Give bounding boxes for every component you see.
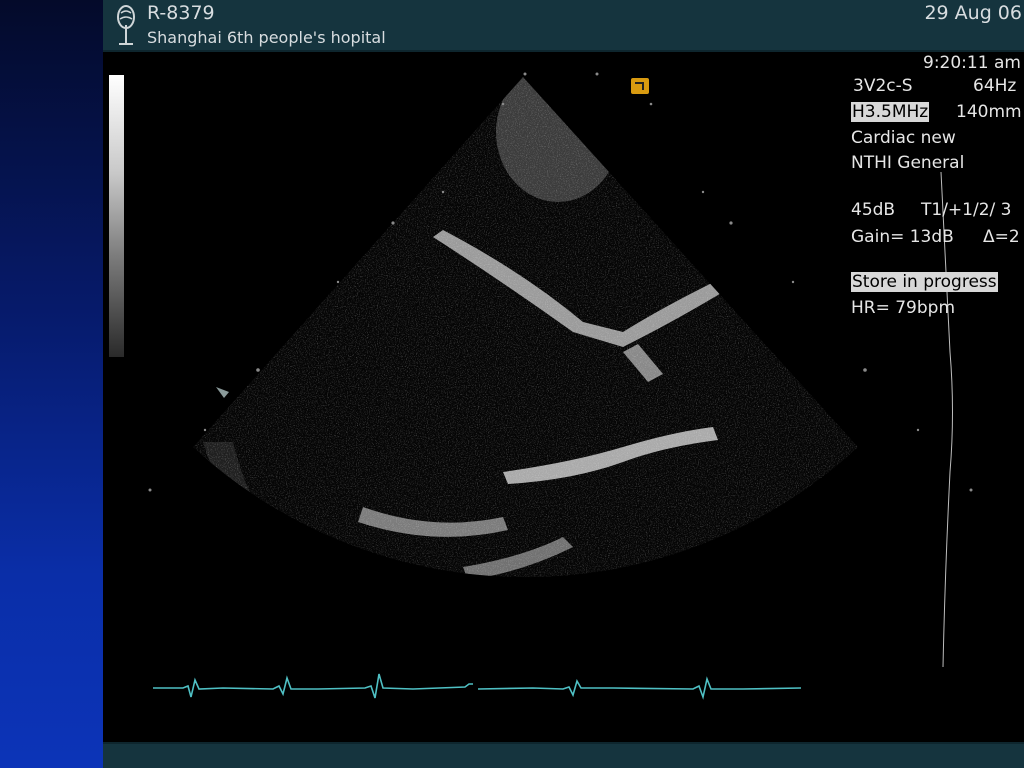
depth: 140mm xyxy=(956,102,1022,122)
header-bar: R-8379 Shanghai 6th people's hopital 29 … xyxy=(103,0,1024,52)
preset: Cardiac new xyxy=(851,128,956,148)
heart-rate: HR= 79bpm xyxy=(851,298,956,318)
scan-time: 9:20:11 am xyxy=(923,53,1021,73)
application: NTHI General xyxy=(851,153,965,173)
processing-settings: T1/+1/2/ 3 xyxy=(921,200,1012,220)
delta: Δ=2 xyxy=(983,227,1020,247)
tree-logo-icon xyxy=(117,5,135,45)
hospital-name: Shanghai 6th people's hopital xyxy=(147,28,386,47)
frame-rate: 64Hz xyxy=(973,76,1017,96)
dynamic-range: 45dB xyxy=(851,200,896,220)
probe-orientation-marker-icon xyxy=(631,78,649,94)
frequency-row: H3.5MHz xyxy=(851,102,930,122)
frequency: H3.5MHz xyxy=(851,102,930,122)
probe-name: 3V2c-S xyxy=(853,76,913,96)
ecg-trace xyxy=(153,673,802,700)
slide-background xyxy=(0,0,103,768)
gain: Gain= 13dB xyxy=(851,227,954,247)
exam-date: 29 Aug 06 xyxy=(924,2,1022,24)
footer-bar xyxy=(103,742,1024,768)
store-status: Store in progress xyxy=(851,272,998,292)
patient-id: R-8379 xyxy=(147,2,215,24)
grayscale-bar xyxy=(109,75,124,357)
status-row: Store in progress xyxy=(851,272,998,292)
ultrasound-screen: R-8379 Shanghai 6th people's hopital 29 … xyxy=(103,0,1024,768)
focus-arrow-icon xyxy=(216,387,229,398)
